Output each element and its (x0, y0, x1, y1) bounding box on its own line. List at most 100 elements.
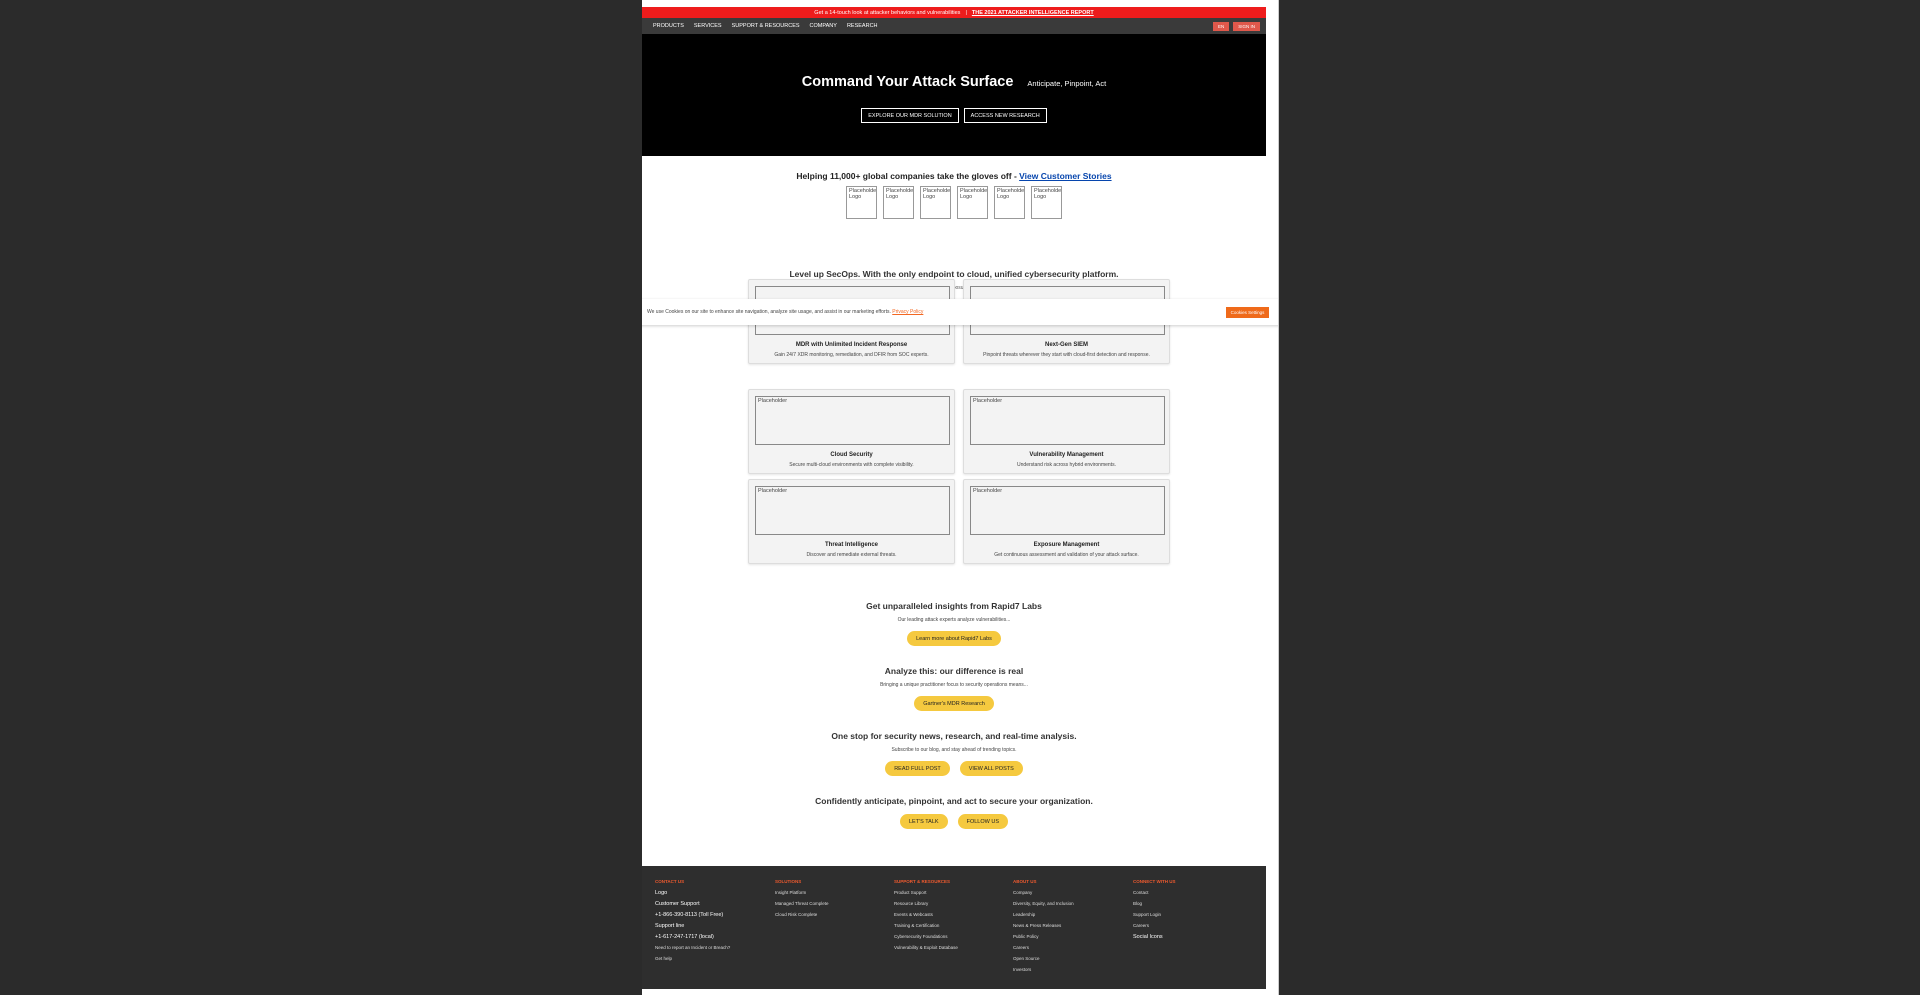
page: Get a 14-touch look at attacker behavior… (642, 0, 1278, 995)
cta-buttons: LET'S TALK FOLLOW US (642, 814, 1266, 829)
footer-about-heading: ABOUT US (1013, 879, 1037, 884)
local-phone[interactable]: +1-617-247-1717 (local) (655, 934, 730, 941)
news-title: One stop for security news, research, an… (831, 731, 1077, 741)
explore-mdr-button[interactable]: EXPLORE OUR MDR SOLUTION (861, 108, 959, 123)
cookie-settings-button[interactable]: Cookies Settings (1226, 307, 1269, 318)
footer-link[interactable]: Company (1013, 890, 1074, 896)
footer-contact-heading: CONTACT US (655, 879, 685, 884)
footer-link[interactable]: Blog (1133, 901, 1176, 907)
card-cloud-security[interactable]: Placeholder Cloud Security Secure multi-… (748, 389, 955, 474)
view-all-posts-button[interactable]: VIEW ALL POSTS (959, 761, 1023, 776)
hero-subtitle: Anticipate, Pinpoint, Act (1027, 79, 1107, 88)
footer-support-heading: SUPPORT & RESOURCES (894, 879, 951, 884)
footer-link[interactable]: Public Policy (1013, 934, 1074, 940)
gartner-button[interactable]: Gartner's MDR Research (914, 696, 994, 711)
customer-stories-link[interactable]: View Customer Stories (1019, 171, 1111, 181)
footer-about: ABOUT US Company Diversity, Equity, and … (1013, 879, 1074, 978)
labs-buttons: Learn more about Rapid7 Labs (642, 631, 1266, 646)
footer-link[interactable]: Events & Webcasts (894, 912, 958, 918)
lets-talk-button[interactable]: LET'S TALK (900, 814, 948, 829)
analyze-subtitle: Bringing a unique practitioner focus to … (880, 682, 1028, 688)
footer-link[interactable]: Insight Platform (775, 890, 828, 896)
analyze-title: Analyze this: our difference is real (884, 666, 1024, 676)
footer-link[interactable]: Cybersecurity Foundations (894, 934, 958, 940)
footer-support: SUPPORT & RESOURCES Product Support Reso… (894, 879, 958, 956)
card-title: Threat Intelligence (824, 542, 878, 548)
page-scrollbar[interactable] (1278, 0, 1279, 995)
card-description: Pinpoint threats wherever they start wit… (983, 352, 1150, 358)
footer-link[interactable]: Careers (1133, 923, 1176, 929)
card-image-placeholder: Placeholder (755, 396, 950, 445)
customer-logo: Placeholder Logo (883, 186, 914, 219)
hero: Command Your Attack Surface Anticipate, … (642, 34, 1266, 156)
nav-item-company[interactable]: COMPANY (810, 23, 837, 29)
banner-report-link[interactable]: THE 2021 ATTACKER INTELLIGENCE REPORT (972, 10, 1094, 16)
card-description: Understand risk across hybrid environmen… (1017, 462, 1116, 468)
card-description: Get continuous assessment and validation… (994, 552, 1139, 558)
nav-item-services[interactable]: SERVICES (694, 23, 722, 29)
footer-link[interactable]: Product Support (894, 890, 958, 896)
card-description: Discover and remediate external threats. (806, 552, 897, 558)
footer-solutions-heading: SOLUTIONS (775, 879, 802, 884)
secops-title: Level up SecOps. With the only endpoint … (789, 269, 1119, 279)
get-help-link[interactable]: Get help (655, 956, 730, 962)
cookie-message: We use Cookies on our site to enhance si… (647, 309, 891, 315)
footer-solutions: SOLUTIONS Insight Platform Managed Threa… (775, 879, 828, 923)
footer-link[interactable]: Cloud Risk Complete (775, 912, 828, 918)
footer-link[interactable]: Training & Certification (894, 923, 958, 929)
footer-link[interactable]: Careers (1013, 945, 1074, 951)
card-description: Secure multi-cloud environments with com… (789, 462, 914, 468)
footer-connect: CONNECT WITH US Contact Blog Support Log… (1133, 879, 1176, 945)
analyze-buttons: Gartner's MDR Research (642, 696, 1266, 711)
customer-support-label: Customer Support (655, 901, 700, 907)
footer-link[interactable]: Leadership (1013, 912, 1074, 918)
footer-link[interactable]: Investors (1013, 967, 1074, 973)
labs-title: Get unparalleled insights from Rapid7 La… (866, 601, 1042, 611)
hero-title-row: Command Your Attack Surface Anticipate, … (642, 74, 1266, 90)
news-buttons: READ FULL POST VIEW ALL POSTS (642, 761, 1266, 776)
nav-item-products[interactable]: PRODUCTS (653, 23, 684, 29)
banner-text: Get a 14-touch look at attacker behavior… (814, 9, 961, 16)
footer-link[interactable]: Diversity, Equity, and Inclusion (1013, 901, 1074, 907)
privacy-policy-link[interactable]: Privacy Policy (892, 309, 923, 315)
footer-link[interactable]: Resource Library (894, 901, 958, 907)
footer-link[interactable]: News & Press Releases (1013, 923, 1074, 929)
footer-link[interactable]: Managed Threat Complete (775, 901, 828, 907)
card-threat-intel[interactable]: Placeholder Threat Intelligence Discover… (748, 479, 955, 564)
card-exposure[interactable]: Placeholder Exposure Management Get cont… (963, 479, 1170, 564)
social-icons[interactable]: Social Icons (1133, 934, 1176, 941)
card-title: MDR with Unlimited Incident Response (795, 342, 908, 348)
main-nav: PRODUCTS SERVICES SUPPORT & RESOURCES CO… (642, 18, 1266, 34)
sign-in-button[interactable]: SIGN IN (1233, 21, 1260, 31)
customers-heading: Helping 11,000+ global companies take th… (642, 171, 1266, 181)
card-vulnerability[interactable]: Placeholder Vulnerability Management Und… (963, 389, 1170, 474)
footer-connect-heading: CONNECT WITH US (1133, 879, 1176, 884)
access-research-button[interactable]: ACCESS NEW RESEARCH (963, 108, 1047, 123)
customer-logo: Placeholder Logo (920, 186, 951, 219)
customer-logo: Placeholder Logo (1031, 186, 1062, 219)
card-description: Gain 24/7 XDR monitoring, remediation, a… (774, 352, 929, 358)
nav-item-research[interactable]: RESEARCH (847, 23, 878, 29)
nav-item-support[interactable]: SUPPORT & RESOURCES (732, 23, 800, 29)
footer-link[interactable]: Vulnerability & Exploit Database (894, 945, 958, 951)
news-subtitle: Subscribe to our blog, and stay ahead of… (891, 747, 1017, 753)
footer-link[interactable]: Open Source (1013, 956, 1074, 962)
follow-us-button[interactable]: FOLLOW US (957, 814, 1008, 829)
footer-link[interactable]: Support Login (1133, 912, 1176, 918)
cta-title: Confidently anticipate, pinpoint, and ac… (815, 796, 1093, 806)
card-title: Exposure Management (1033, 542, 1100, 548)
report-breach-text: Need to report an Incident or Breach? (655, 945, 731, 950)
read-full-post-button[interactable]: READ FULL POST (885, 761, 950, 776)
language-button[interactable]: EN (1212, 21, 1230, 31)
support-line-label: Support line (655, 923, 685, 929)
footer: CONTACT US Logo Customer Support +1-866-… (642, 866, 1266, 989)
promo-banner[interactable]: Get a 14-touch look at attacker behavior… (642, 7, 1266, 18)
hero-buttons: EXPLORE OUR MDR SOLUTION ACCESS NEW RESE… (642, 108, 1266, 123)
labs-button[interactable]: Learn more about Rapid7 Labs (907, 631, 1001, 646)
toll-free-phone[interactable]: +1-866-390-8113 (Toll Free) (655, 912, 730, 919)
cookie-text: We use Cookies on our site to enhance si… (647, 309, 923, 315)
customer-logo: Placeholder Logo (957, 186, 988, 219)
card-image-placeholder: Placeholder (970, 486, 1165, 535)
footer-link[interactable]: Contact (1133, 890, 1176, 896)
card-image-placeholder: Placeholder (755, 486, 950, 535)
